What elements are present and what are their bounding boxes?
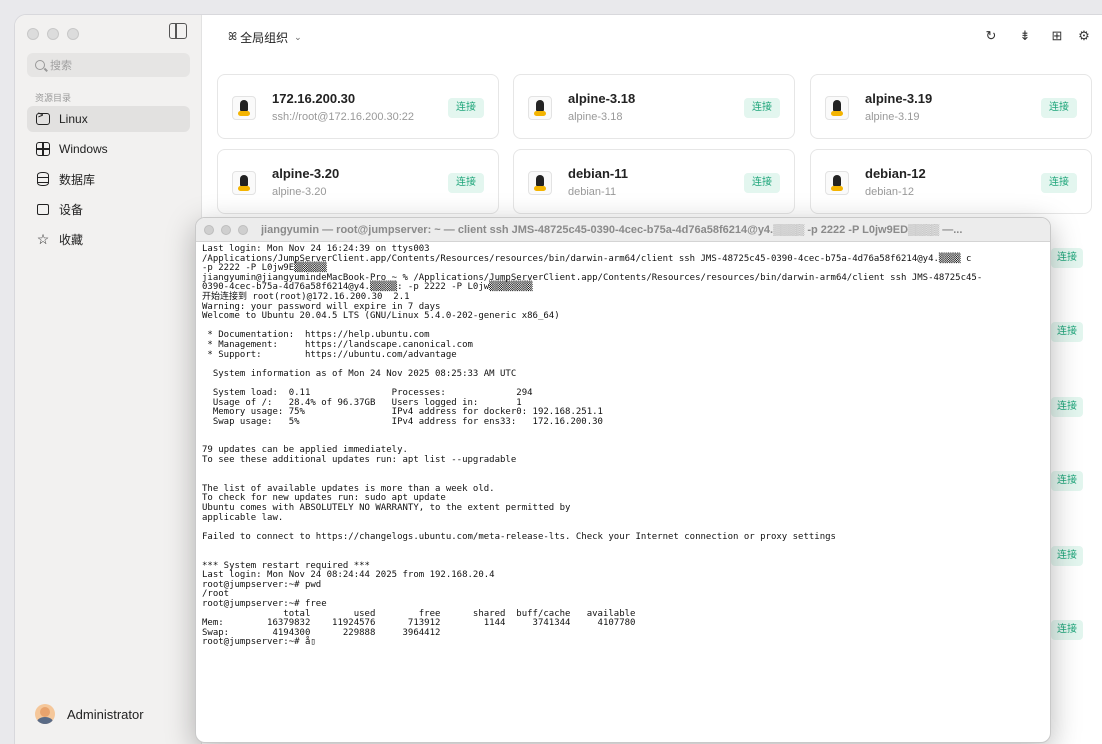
- terminal-line: * Support: https://ubuntu.com/advantage: [202, 349, 457, 360]
- connect-button[interactable]: 连接: [1051, 248, 1083, 268]
- close-window-button[interactable]: [27, 28, 39, 40]
- sidebar-item-device[interactable]: 设备: [27, 196, 190, 222]
- star-icon: ☆: [36, 230, 50, 247]
- asset-card[interactable]: alpine-3.19 alpine-3.19 连接: [810, 74, 1092, 139]
- chevron-down-icon[interactable]: ⌄: [294, 32, 302, 43]
- terminal-line: Swap usage: 5% IPv4 address for ens33: 1…: [202, 416, 603, 427]
- sidebar-item-label: Windows: [59, 142, 108, 156]
- terminal-line: applicable law.: [202, 512, 284, 523]
- sidebar-item-label: 数据库: [59, 172, 96, 187]
- terminal-line: Ubuntu comes with ABSOLUTELY NO WARRANTY…: [202, 503, 571, 514]
- terminal-line: /root: [202, 589, 230, 600]
- section-label: 资源目录: [35, 93, 72, 103]
- linux-icon: [528, 96, 552, 120]
- terminal-line: Swap: 4194300 229888 3964412: [202, 627, 441, 638]
- sidebar-item-database[interactable]: 数据库: [27, 166, 190, 192]
- terminal-line: Failed to connect to https://changelogs.…: [202, 531, 836, 542]
- sidebar-item-linux[interactable]: Linux: [27, 106, 190, 132]
- asset-address: alpine-3.19: [865, 111, 920, 123]
- terminal-close-button[interactable]: [204, 224, 214, 235]
- search-input[interactable]: 搜索: [27, 53, 190, 77]
- asset-card[interactable]: alpine-3.20 alpine-3.20 连接: [217, 149, 499, 214]
- organization-selector[interactable]: 全局组织: [240, 29, 288, 46]
- user-profile[interactable]: Administrator: [35, 704, 144, 724]
- terminal-title-bar[interactable]: jiangyumin — root@jumpserver: ~ — client…: [196, 218, 1050, 242]
- connect-button[interactable]: 连接: [1051, 471, 1083, 491]
- connect-button[interactable]: 连接: [448, 173, 484, 193]
- linux-icon: [825, 96, 849, 120]
- linux-icon: [232, 171, 256, 195]
- connect-button[interactable]: 连接: [448, 98, 484, 118]
- sidebar-item-label: 收藏: [59, 232, 84, 247]
- connect-button[interactable]: 连接: [1051, 322, 1083, 342]
- terminal-minimize-button[interactable]: [221, 224, 231, 235]
- sidebar-toggle-icon[interactable]: [169, 23, 187, 39]
- asset-card[interactable]: debian-11 debian-11 连接: [513, 149, 795, 214]
- terminal-title: jiangyumin — root@jumpserver: ~ — client…: [261, 223, 963, 236]
- asset-card[interactable]: 172.16.200.30 ssh://root@172.16.200.30:2…: [217, 74, 499, 139]
- connect-button[interactable]: 连接: [1041, 98, 1077, 118]
- sidebar-item-label: 设备: [59, 202, 84, 217]
- terminal-line: root@jumpserver:~# pwd: [202, 579, 322, 590]
- linux-icon: [528, 171, 552, 195]
- terminal-maximize-button[interactable]: [238, 224, 248, 235]
- search-placeholder: 搜索: [50, 60, 72, 72]
- asset-address: alpine-3.20: [272, 186, 327, 198]
- sidebar-item-label: Linux: [59, 112, 88, 126]
- asset-name: alpine-3.18: [568, 91, 636, 106]
- sidebar-item-favorites[interactable]: ☆ 收藏: [27, 226, 190, 252]
- asset-name: alpine-3.19: [865, 91, 933, 106]
- asset-card[interactable]: alpine-3.18 alpine-3.18 连接: [513, 74, 795, 139]
- asset-address: debian-12: [865, 186, 914, 198]
- sort-icon[interactable]: ⇟: [1016, 27, 1034, 45]
- terminal-line: System information as of Mon 24 Nov 2025…: [202, 368, 517, 379]
- asset-card[interactable]: debian-12 debian-12 连接: [810, 149, 1092, 214]
- terminal-line: root@jumpserver:~# å▯: [202, 637, 316, 648]
- asset-name: alpine-3.20: [272, 166, 340, 181]
- connect-button[interactable]: 连接: [1041, 173, 1077, 193]
- asset-address: alpine-3.18: [568, 111, 623, 123]
- sidebar: 搜索 资源目录 Linux Windows 数据库 设备 ☆ 收藏 Admini…: [15, 15, 202, 744]
- connect-button[interactable]: 连接: [1051, 620, 1083, 640]
- connect-button[interactable]: 连接: [744, 173, 780, 193]
- terminal-line: Welcome to Ubuntu 20.04.5 LTS (GNU/Linux…: [202, 311, 560, 322]
- windows-icon: [35, 142, 51, 156]
- asset-name: debian-11: [568, 166, 628, 181]
- connect-button[interactable]: 连接: [1051, 546, 1083, 566]
- sidebar-item-windows[interactable]: Windows: [27, 136, 190, 162]
- terminal-icon: [35, 110, 51, 126]
- search-icon: [35, 60, 45, 70]
- connect-button[interactable]: 连接: [744, 98, 780, 118]
- header: ꕤ 全局组织 ⌄ ↻ ⇟ ⊞ ⚙: [202, 15, 1102, 59]
- grid-view-icon[interactable]: ⊞: [1048, 27, 1066, 45]
- terminal-line: To see these additional updates run: apt…: [202, 455, 517, 466]
- asset-name: 172.16.200.30: [272, 91, 356, 106]
- asset-name: debian-12: [865, 166, 926, 181]
- asset-address: ssh://root@172.16.200.30:22: [272, 111, 415, 123]
- asset-address: debian-11: [568, 186, 617, 198]
- minimize-window-button[interactable]: [47, 28, 59, 40]
- device-icon: [35, 202, 51, 216]
- avatar: [35, 704, 55, 724]
- connect-button[interactable]: 连接: [1051, 397, 1083, 417]
- terminal-output[interactable]: Last login: Mon Nov 24 16:24:39 on ttys0…: [196, 242, 1050, 742]
- terminal-line: /Applications/JumpServerClient.app/Conte…: [202, 253, 972, 264]
- refresh-icon[interactable]: ↻: [982, 27, 1000, 45]
- linux-icon: [825, 171, 849, 195]
- database-icon: [35, 172, 51, 186]
- settings-icon[interactable]: ⚙: [1075, 27, 1093, 45]
- terminal-window[interactable]: jiangyumin — root@jumpserver: ~ — client…: [195, 217, 1051, 743]
- user-name: Administrator: [67, 706, 144, 722]
- maximize-window-button[interactable]: [67, 28, 79, 40]
- organization-icon: ꕤ: [228, 30, 238, 43]
- terminal-line: Last login: Mon Nov 24 08:24:44 2025 fro…: [202, 570, 495, 581]
- linux-icon: [232, 96, 256, 120]
